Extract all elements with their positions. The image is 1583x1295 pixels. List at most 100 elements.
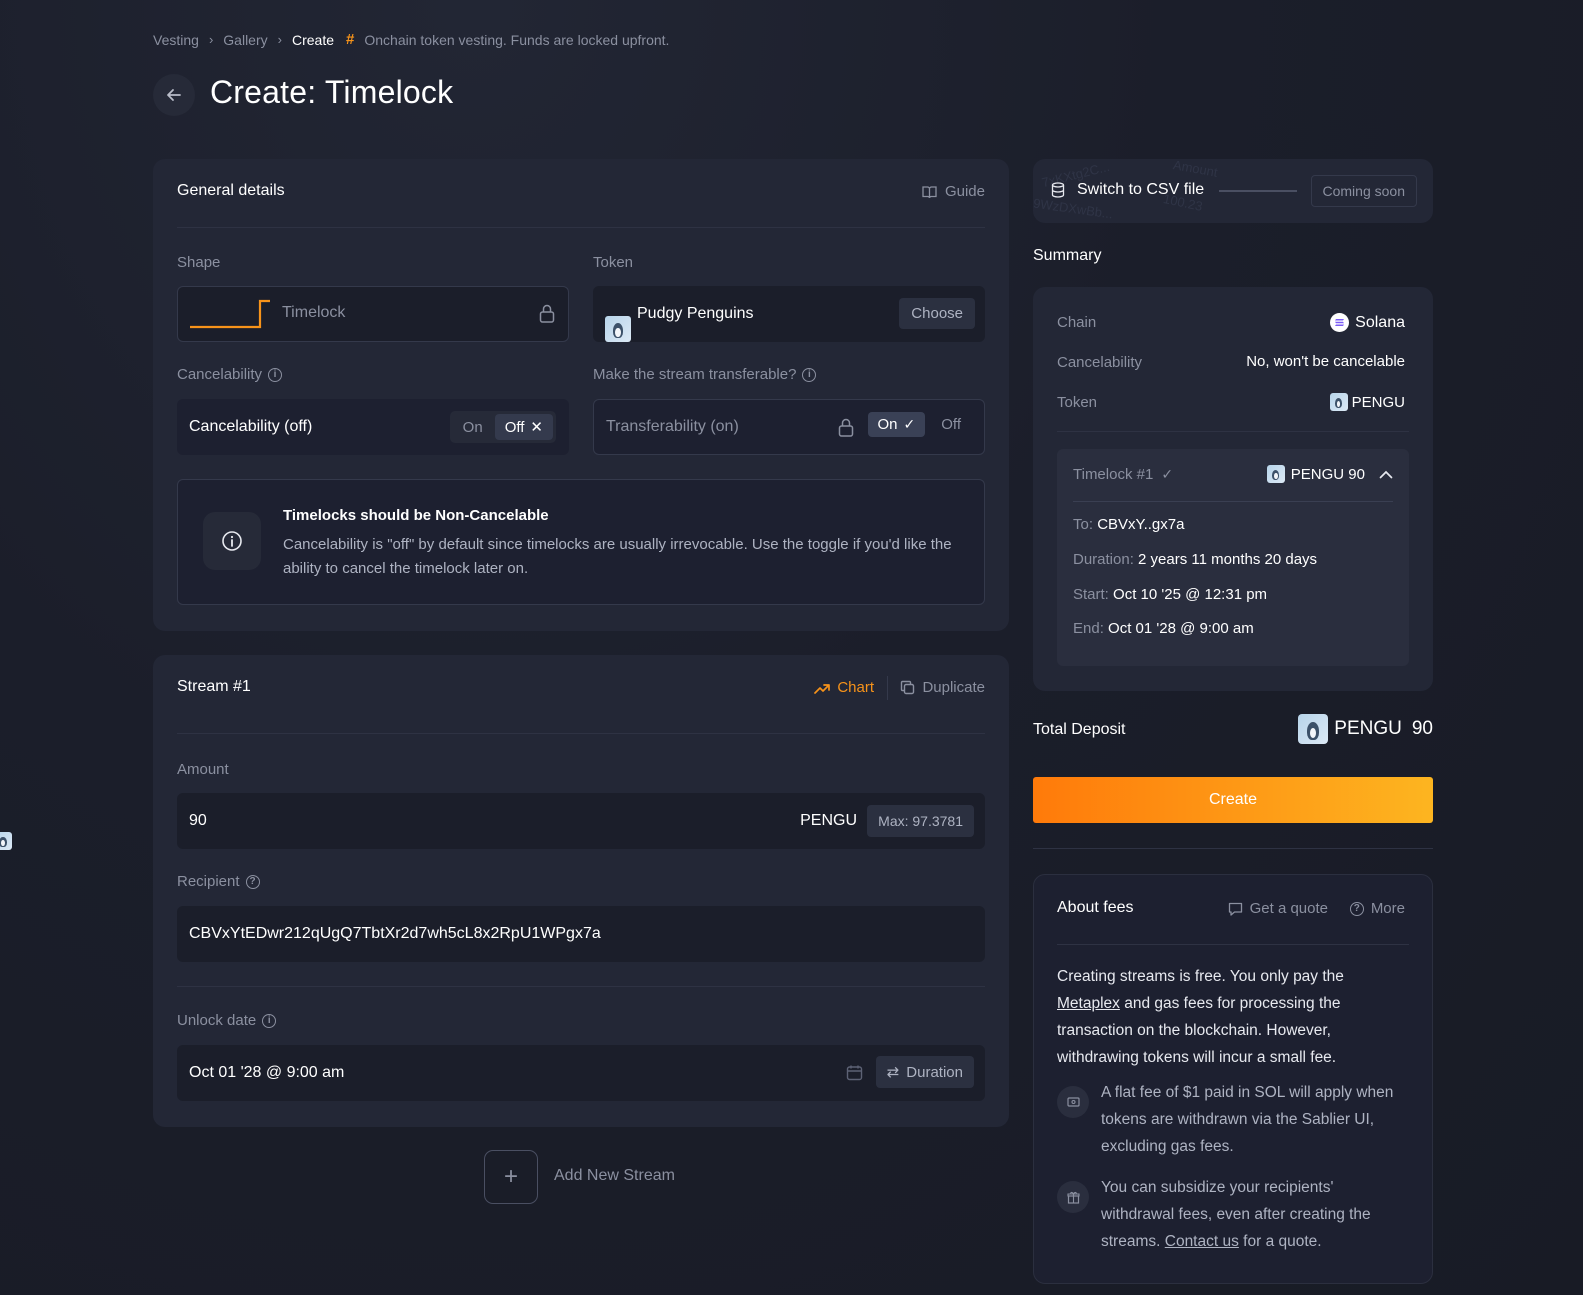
metaplex-link[interactable]: Metaplex — [1057, 995, 1120, 1012]
breadcrumb-description: Onchain token vesting. Funds are locked … — [364, 31, 670, 48]
coming-soon-badge: Coming soon — [1310, 175, 1417, 207]
summary-row-chain-value: Solana — [1330, 313, 1405, 332]
timelock-summary-header[interactable]: Timelock #1 ✓ — [1073, 466, 1173, 483]
transferability-label-text: Make the stream transferable? — [593, 366, 797, 383]
amount-value: 90 — [189, 812, 207, 829]
general-details-title: General details — [177, 182, 285, 199]
message-icon — [1228, 902, 1242, 916]
about-fees-card: About fees Get a quote ? More Creating s… — [1033, 874, 1433, 1284]
shape-field[interactable]: Timelock — [177, 286, 569, 342]
breadcrumb-vesting[interactable]: Vesting — [153, 32, 199, 48]
cancelability-off-option[interactable]: Off ✕ — [494, 414, 553, 440]
breadcrumb-create: Create — [291, 31, 335, 48]
add-stream-button[interactable]: + — [484, 1150, 538, 1204]
chevron-up-icon[interactable] — [1379, 470, 1393, 479]
more-label: More — [1370, 900, 1405, 917]
timelock-title: Timelock #1 — [1073, 466, 1154, 483]
total-deposit-label: Total Deposit — [1033, 721, 1126, 738]
start-label: Start: — [1073, 586, 1109, 603]
duplicate-button[interactable]: Duplicate — [900, 679, 985, 696]
copy-icon — [901, 680, 915, 695]
divider — [1057, 944, 1409, 945]
notice-icon-box — [203, 512, 261, 570]
help-icon: ? — [1349, 901, 1364, 916]
cancelability-on-option[interactable]: On — [453, 415, 493, 440]
pengu-icon — [1298, 714, 1329, 744]
solana-icon — [1330, 313, 1350, 332]
info-icon[interactable]: i — [268, 367, 283, 382]
unlock-date-label-text: Unlock date — [177, 1012, 257, 1029]
timelock-duration: Duration: 2 years 11 months 20 days — [1073, 551, 1317, 568]
choose-token-button[interactable]: Choose — [899, 298, 975, 329]
stream-card: Stream #1 Chart Duplicate Amount 90 PENG… — [0, 655, 1009, 1127]
chevron-right-icon: › — [277, 32, 282, 47]
timelock-start: Start: Oct 10 '25 @ 12:31 pm — [1073, 586, 1267, 603]
pudgy-penguins-icon — [605, 316, 631, 342]
fee-item-flat: A flat fee of $1 paid in SOL will apply … — [1101, 1084, 1394, 1155]
chart-label: Chart — [837, 679, 874, 696]
duration-button[interactable]: ⇄ Duration — [875, 1056, 974, 1088]
amount-input[interactable]: 90 PENGU Max: 97.3781 — [0, 793, 985, 850]
database-icon — [1051, 182, 1065, 198]
timelock-amount-value: PENGU 90 — [1290, 465, 1365, 483]
token-value: PENGU — [1351, 393, 1405, 411]
switch-to-csv-button[interactable]: Switch to CSV file — [1051, 181, 1204, 199]
transferability-on-option: On ✓ — [867, 412, 926, 437]
unlock-date-input[interactable]: Oct 01 '28 @ 9:00 am ⇄ Duration — [177, 1045, 985, 1101]
divider — [1057, 431, 1409, 432]
csv-bg-text: 9WzDXwBb... — [1033, 195, 1114, 222]
amount-token: PENGU — [800, 812, 857, 829]
recipient-label-text: Recipient — [177, 873, 240, 890]
start-value: Oct 10 '25 @ 12:31 pm — [1113, 586, 1268, 603]
chart-button[interactable]: Chart — [814, 679, 874, 696]
timelock-end: End: Oct 01 '28 @ 9:00 am — [1073, 620, 1254, 637]
check-icon: ✓ — [1161, 466, 1174, 482]
stream-title: Stream #1 — [177, 678, 251, 695]
token-value: Pudgy Penguins — [637, 305, 754, 322]
check-icon: ✓ — [903, 416, 916, 432]
notice-title: Timelocks should be Non-Cancelable — [283, 507, 549, 524]
summary-title: Summary — [1033, 247, 1102, 264]
info-icon[interactable]: i — [262, 1013, 277, 1028]
unlock-date-value: Oct 01 '28 @ 9:00 am — [189, 1064, 345, 1081]
hash-icon: # — [346, 31, 355, 48]
gift-icon-box — [1057, 1181, 1089, 1213]
lock-icon — [539, 304, 555, 323]
pengu-icon — [1329, 393, 1348, 411]
info-icon[interactable]: i — [802, 367, 817, 382]
recipient-input[interactable]: CBVxYtEDwr212qUgQ7TbtXr2d7wh5cL8x2RpU1WP… — [177, 906, 985, 962]
total-deposit-value: PENGU 90 — [1298, 714, 1433, 744]
transferability-on-label: On — [877, 416, 898, 433]
csv-bg-text: Amount — [1172, 159, 1219, 180]
max-amount-button[interactable]: Max: 97.3781 — [867, 805, 974, 837]
get-quote-label: Get a quote — [1249, 900, 1328, 917]
total-token: PENGU — [1334, 718, 1402, 739]
get-quote-button[interactable]: Get a quote — [1228, 900, 1328, 917]
to-label: To: — [1073, 516, 1094, 533]
transferability-value: Transferability (on) — [606, 418, 739, 435]
timelock-notice: Timelocks should be Non-Cancelable Cance… — [177, 479, 985, 605]
help-icon[interactable]: ? — [245, 874, 260, 889]
token-field[interactable]: Pudgy Penguins Choose — [593, 286, 985, 342]
add-stream-label[interactable]: Add New Stream — [554, 1167, 675, 1185]
timelock-shape-icon — [190, 299, 270, 329]
summary-row-cancelability-label: Cancelability — [1057, 354, 1143, 371]
summary-row-cancelability-value: No, won't be cancelable — [1246, 353, 1405, 370]
create-button[interactable]: Create — [1033, 777, 1433, 823]
transferability-field: Transferability (on) On ✓ Off — [593, 399, 985, 455]
cancelability-toggle[interactable]: On Off ✕ — [449, 411, 556, 443]
plus-icon: + — [503, 1163, 518, 1190]
breadcrumb-gallery[interactable]: Gallery — [223, 32, 267, 48]
arrow-left-icon — [167, 89, 181, 101]
duration-label: Duration — [906, 1063, 963, 1081]
more-button[interactable]: ? More — [1349, 900, 1405, 917]
guide-button[interactable]: Guide — [922, 183, 985, 200]
back-button[interactable] — [153, 74, 195, 116]
duplicate-label: Duplicate — [922, 679, 985, 696]
calendar-icon[interactable] — [846, 1064, 863, 1081]
recipient-label: Recipient ? — [177, 873, 260, 890]
contact-us-link[interactable]: Contact us — [1165, 1233, 1239, 1250]
pengu-icon — [0, 832, 12, 850]
general-details-card: General details Guide Shape Timelock Tok… — [153, 159, 1009, 631]
csv-label: Switch to CSV file — [1077, 181, 1205, 198]
